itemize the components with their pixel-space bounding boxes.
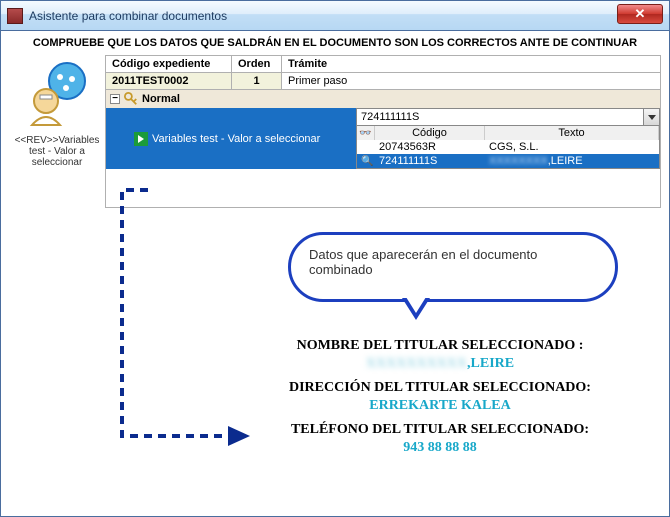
doc-name-label: NOMBRE DEL TITULAR SELECCIONADO : [230,338,650,354]
variable-name-cell[interactable]: Variables test - Valor a seleccionar [106,108,356,169]
doc-phone-label: TELÉFONO DEL TITULAR SELECCIONADO: [230,422,650,438]
titlebar: Asistente para combinar documentos ✕ [1,1,669,31]
play-icon [134,132,148,146]
callout-bubble: Datos que aparecerán en el documento com… [288,232,618,302]
variable-label: Variables test - Valor a seleccionar [152,133,320,145]
variable-value-area: Código Texto 20743563R CGS, S.L. 7241111… [356,108,660,169]
table-row: 2011TEST0002 1 Primer paso [106,73,661,90]
search-icon [357,154,375,168]
chevron-down-icon[interactable] [643,109,659,125]
collapse-icon[interactable]: − [110,94,120,104]
col-codigo: Código expediente [106,56,232,73]
cell-orden: 1 [232,73,282,90]
doc-name-value: XXXXXXXXXX,LEIRE [230,356,650,372]
list-item[interactable]: 20743563R CGS, S.L. [357,140,659,154]
app-icon [7,8,23,24]
main-panel: Código expediente Orden Trámite 2011TEST… [105,55,661,208]
row-text: XXXXXXXX,LEIRE [485,154,659,168]
tree-group-label: Normal [142,93,180,105]
tree-variable-row[interactable]: Variables test - Valor a seleccionar Cód… [106,108,660,169]
instruction-banner: COMPRUEBE QUE LOS DATOS QUE SALDRÁN EN E… [1,31,669,55]
value-dropdown[interactable] [356,108,660,126]
row-text: CGS, S.L. [485,140,659,154]
expedient-table: Código expediente Orden Trámite 2011TEST… [105,55,661,90]
doc-phone-value: 943 88 88 88 [230,440,650,456]
doc-address-value: ERREKARTE KALEA [230,398,650,414]
tree-group-normal[interactable]: − Normal [106,90,660,108]
sidebar: <<REV>>Variables test - Valor a seleccio… [9,55,105,208]
cell-tramite: Primer paso [282,73,661,90]
close-button[interactable]: ✕ [617,4,663,24]
app-window: Asistente para combinar documentos ✕ COM… [0,0,670,517]
table-header-row: Código expediente Orden Trámite [106,56,661,73]
document-preview: NOMBRE DEL TITULAR SELECCIONADO : XXXXXX… [230,330,650,456]
col-text: Texto [485,126,659,140]
content-area: <<REV>>Variables test - Valor a seleccio… [1,55,669,216]
list-item[interactable]: 724111111S XXXXXXXX,LEIRE [357,154,659,168]
doc-address-label: DIRECCIÓN DEL TITULAR SELECCIONADO: [230,380,650,396]
key-icon [124,92,138,106]
col-orden: Orden [232,56,282,73]
close-icon: ✕ [635,6,646,22]
col-tramite: Trámite [282,56,661,73]
callout-text: Datos que aparecerán en el documento com… [309,247,537,277]
dropdown-list: Código Texto 20743563R CGS, S.L. 7241111… [356,126,660,169]
row-code: 20743563R [375,140,485,154]
dropdown-header: Código Texto [357,126,659,140]
binoculars-icon[interactable] [357,126,375,140]
tree-spacer [106,169,660,207]
value-input[interactable] [357,109,643,125]
sidebar-rev-label: <<REV>>Variables test - Valor a seleccio… [9,135,105,168]
row-indicator [357,140,375,154]
wizard-icon [22,59,92,129]
row-code: 724111111S [375,154,485,168]
variable-tree: − Normal Variables test - Valor a selecc… [105,90,661,208]
col-code: Código [375,126,485,140]
window-title: Asistente para combinar documentos [29,9,227,23]
cell-codigo: 2011TEST0002 [106,73,232,90]
